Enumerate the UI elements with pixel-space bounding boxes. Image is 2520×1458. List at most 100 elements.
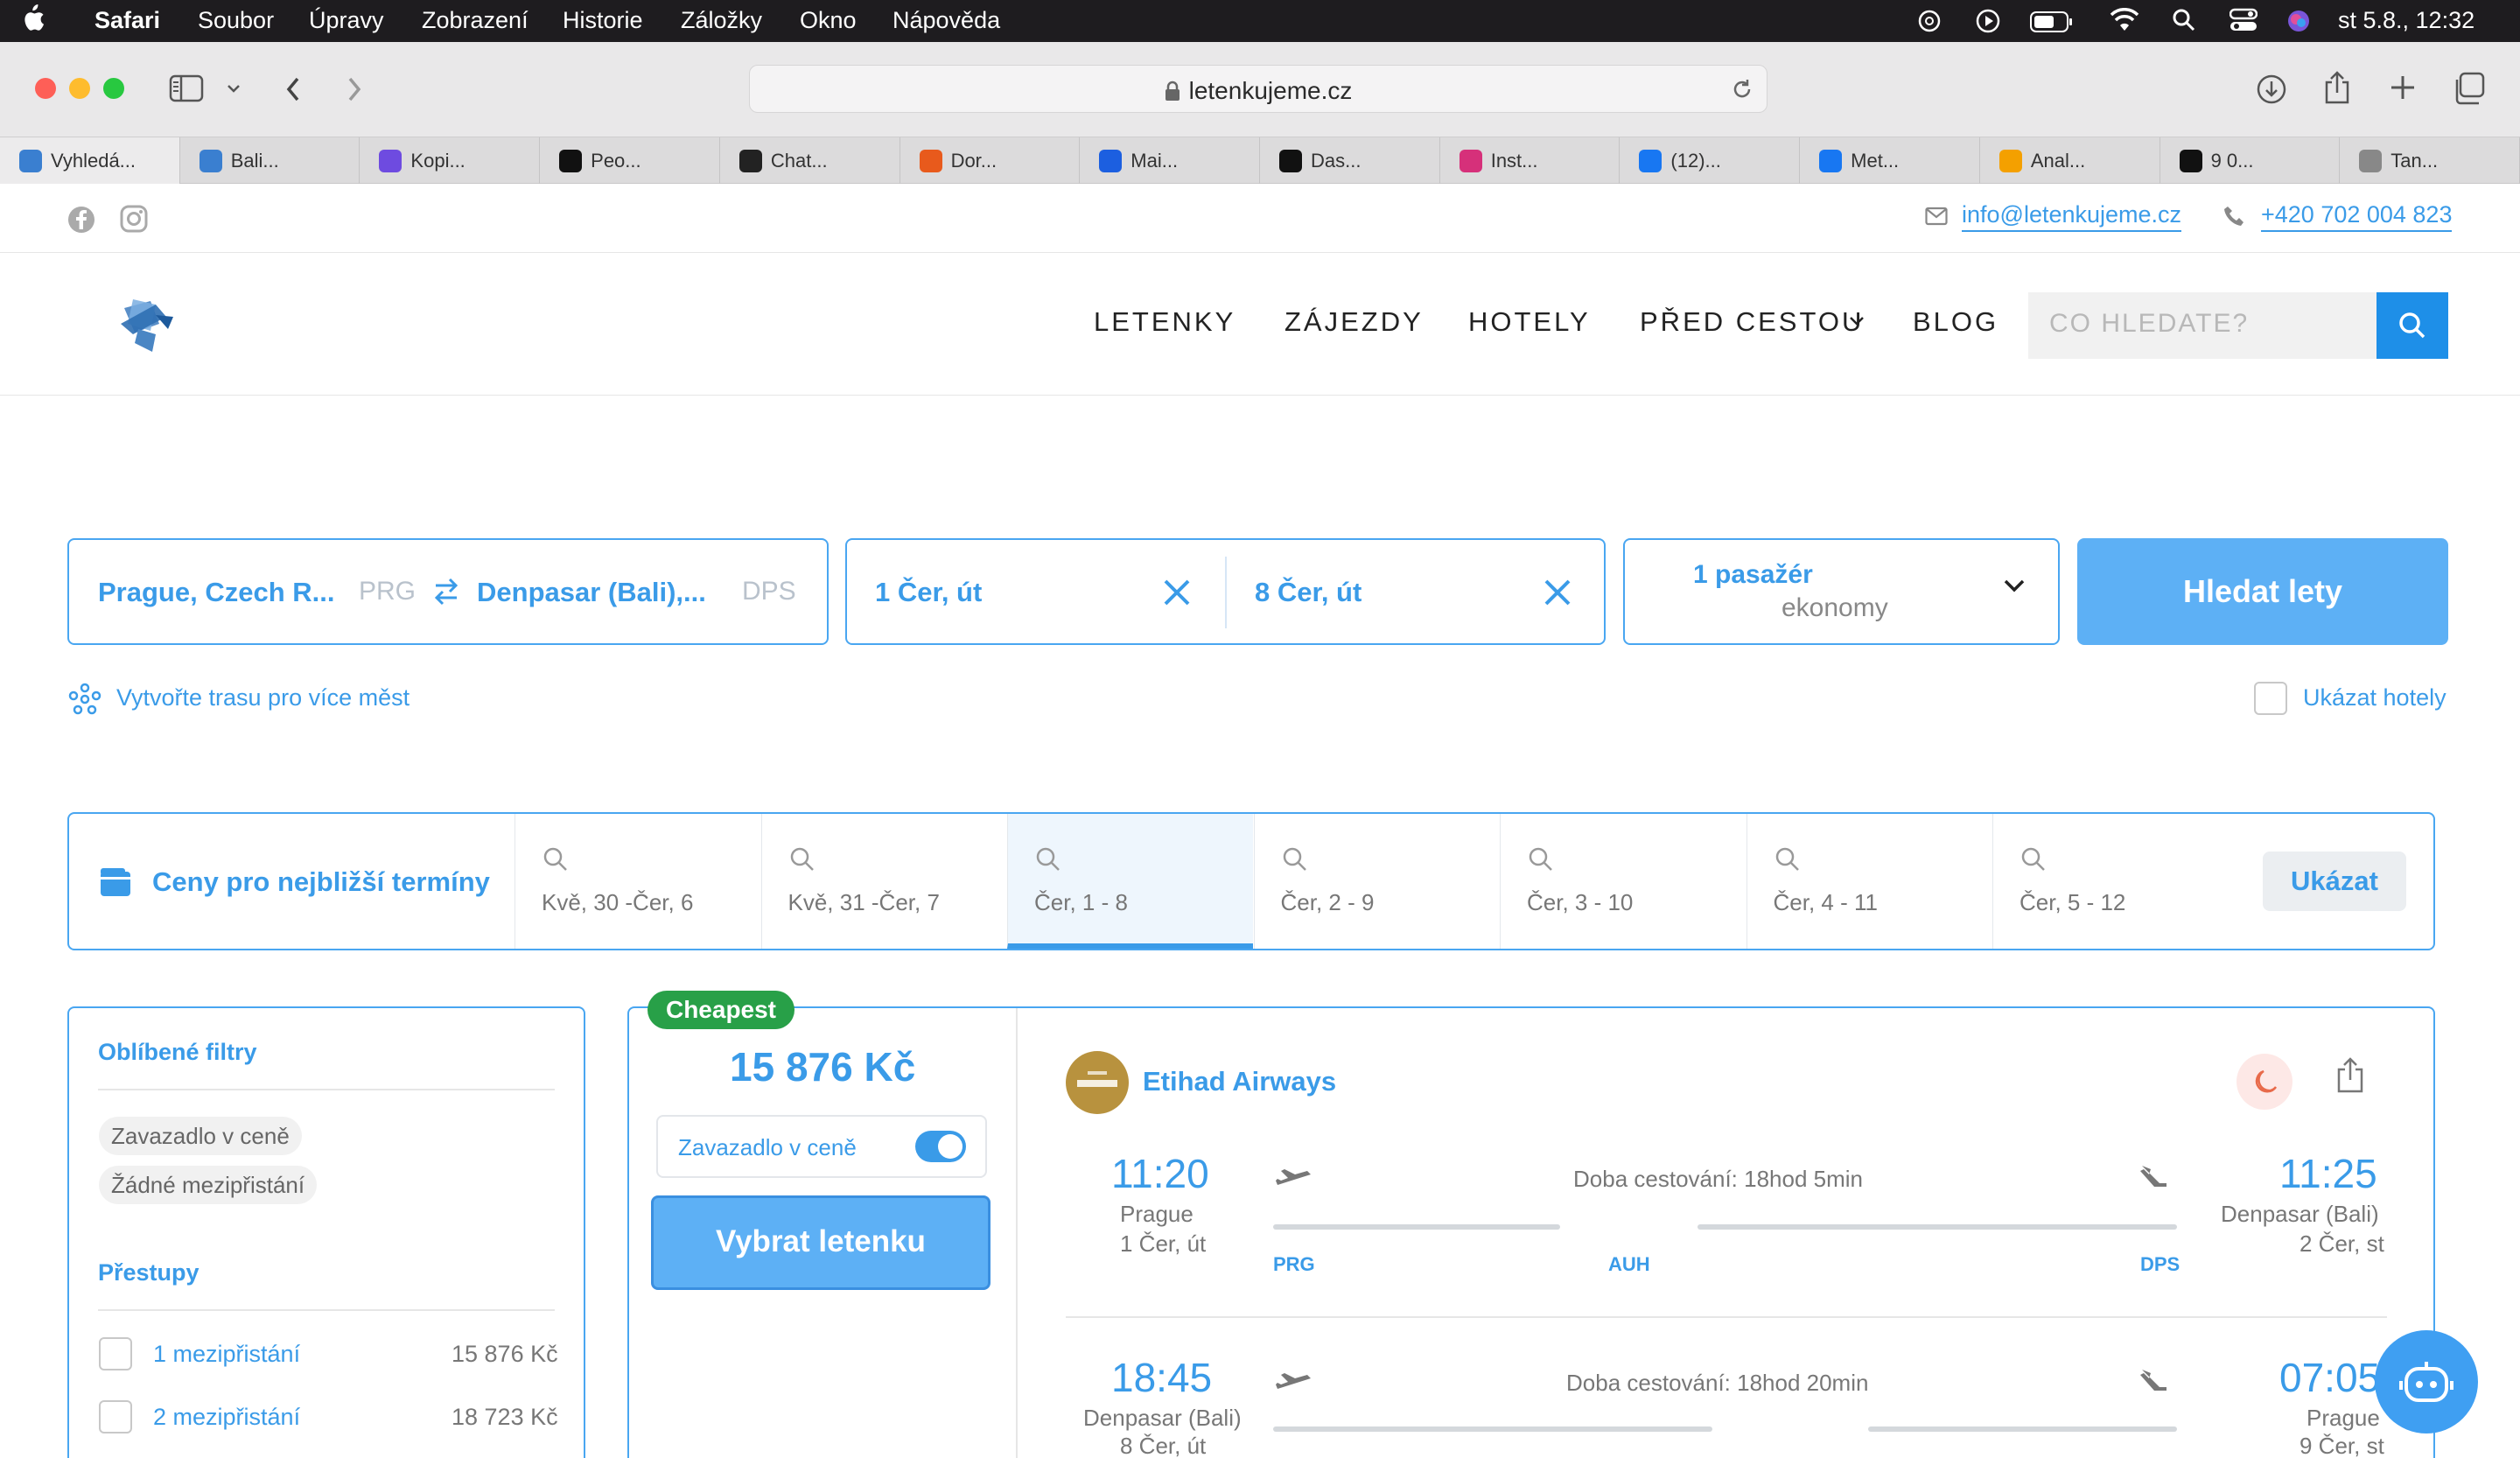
to-city[interactable]: Denpasar (Bali),... <box>477 577 706 608</box>
share-result-icon[interactable] <box>2334 1055 2366 1094</box>
address-bar[interactable]: letenkujeme.cz <box>749 65 1768 113</box>
site-search-button[interactable] <box>2376 292 2448 359</box>
transfer-1-label[interactable]: 1 mezipřistání <box>153 1341 300 1368</box>
baggage-toggle[interactable] <box>915 1131 966 1162</box>
nav-zajezdy[interactable]: ZÁJEZDY <box>1284 306 1424 338</box>
tab-title: Chat... <box>770 150 828 172</box>
select-ticket-button[interactable]: Vybrat letenku <box>651 1195 990 1290</box>
date-out[interactable]: 1 Čer, út <box>875 577 982 608</box>
phone-link[interactable]: +420 702 004 823 <box>2261 201 2453 232</box>
swap-icon[interactable] <box>432 575 460 606</box>
tab-title: Bali... <box>230 150 279 172</box>
phone-icon <box>2222 205 2245 228</box>
menu-safari[interactable]: Safari <box>94 7 160 34</box>
tab-title: Anal... <box>2030 150 2086 172</box>
nav-letenky[interactable]: LETENKY <box>1094 306 1236 338</box>
date-option[interactable]: Čer, 5 - 12 <box>1992 814 2238 949</box>
date-option[interactable]: Čer, 3 - 10 <box>1500 814 1746 949</box>
browser-tab[interactable]: Anal... <box>1980 137 2160 184</box>
tab-title: Mai... <box>1130 150 1179 172</box>
browser-tab[interactable]: Mai... <box>1080 137 1260 184</box>
from-city[interactable]: Prague, Czech R... <box>98 577 334 608</box>
menubar-clock[interactable]: st 5.8., 12:32 <box>2338 7 2474 34</box>
clear-date-out-icon[interactable] <box>1162 578 1192 607</box>
menu-upravy[interactable]: Úpravy <box>309 7 384 34</box>
transfer-2-label[interactable]: 2 mezipřistání <box>153 1404 300 1431</box>
browser-tab[interactable]: Tan... <box>2340 137 2520 184</box>
browser-tab[interactable]: Bali... <box>180 137 360 184</box>
chatbot-button[interactable] <box>2375 1330 2478 1433</box>
show-hotels-label[interactable]: Ukázat hotely <box>2303 684 2446 711</box>
wifi-icon[interactable] <box>2109 8 2140 32</box>
filter-chip-nonstop[interactable]: Žádné mezipřistání <box>99 1166 318 1204</box>
instagram-icon[interactable] <box>120 205 148 233</box>
menu-napoveda[interactable]: Nápověda <box>892 7 1000 34</box>
browser-tab[interactable]: Dor... <box>900 137 1081 184</box>
chatgpt-icon[interactable] <box>1916 8 1942 34</box>
forward-button[interactable] <box>343 74 366 105</box>
browser-tab[interactable]: Chat... <box>720 137 900 184</box>
baggage-label: Zavazadlo v ceně <box>678 1134 857 1160</box>
browser-tab[interactable]: 9 0... <box>2160 137 2341 184</box>
tab-overview-icon[interactable] <box>2452 72 2485 105</box>
leg1-dep-time: 11:20 <box>1111 1151 1209 1196</box>
sidebar-toggle-icon[interactable] <box>169 74 204 102</box>
nav-blog[interactable]: BLOG <box>1913 306 1998 338</box>
date-option[interactable]: Čer, 1 - 8 <box>1007 814 1253 949</box>
close-window-button[interactable] <box>35 78 56 99</box>
browser-tab[interactable]: (12)... <box>1620 137 1801 184</box>
reload-icon[interactable] <box>1730 77 1754 102</box>
battery-icon[interactable] <box>2030 11 2074 32</box>
date-option[interactable]: Čer, 2 - 9 <box>1253 814 1500 949</box>
nav-hotely[interactable]: HOTELY <box>1468 306 1591 338</box>
menu-soubor[interactable]: Soubor <box>198 7 274 34</box>
menu-historie[interactable]: Historie <box>563 7 643 34</box>
facebook-icon[interactable] <box>66 205 96 235</box>
date-option[interactable]: Kvě, 31 -Čer, 7 <box>760 814 1007 949</box>
transfer-1-checkbox[interactable] <box>99 1337 132 1370</box>
site-logo[interactable] <box>112 289 182 359</box>
spotlight-icon[interactable] <box>2172 8 2196 32</box>
new-tab-icon[interactable] <box>2389 74 2417 102</box>
share-icon[interactable] <box>2322 70 2352 105</box>
downloads-icon[interactable] <box>2256 74 2287 105</box>
browser-tab[interactable]: Peo... <box>540 137 720 184</box>
tab-favicon-icon <box>1279 150 1302 172</box>
leg2-segment-1 <box>1273 1426 1712 1432</box>
show-hotels-checkbox[interactable] <box>2254 682 2287 715</box>
url-text: letenkujeme.cz <box>1188 77 1353 104</box>
minimize-window-button[interactable] <box>69 78 90 99</box>
passengers-field[interactable] <box>1623 538 2060 645</box>
browser-tab[interactable]: Das... <box>1260 137 1440 184</box>
back-button[interactable] <box>282 74 304 105</box>
date-option[interactable]: Kvě, 30 -Čer, 6 <box>514 814 760 949</box>
menu-zobrazeni[interactable]: Zobrazení <box>422 7 528 34</box>
menu-zalozky[interactable]: Záložky <box>681 7 762 34</box>
search-flights-button[interactable]: Hledat lety <box>2077 538 2448 645</box>
browser-tab[interactable]: Met... <box>1800 137 1980 184</box>
search-icon <box>1527 845 1555 873</box>
chevron-down-icon[interactable] <box>2002 578 2026 595</box>
menu-okno[interactable]: Okno <box>800 7 857 34</box>
show-dates-button[interactable]: Ukázat <box>2263 852 2406 911</box>
date-option-label: Čer, 3 - 10 <box>1527 889 1634 915</box>
date-back[interactable]: 8 Čer, út <box>1255 577 1362 608</box>
transfer-2-checkbox[interactable] <box>99 1400 132 1433</box>
apple-icon[interactable] <box>19 4 46 33</box>
email-link[interactable]: info@letenkujeme.cz <box>1962 201 2182 232</box>
filter-chip-baggage[interactable]: Zavazadlo v ceně <box>99 1117 302 1155</box>
multi-city-link[interactable]: Vytvořte trasu pro více měst <box>116 684 410 711</box>
play-icon[interactable] <box>1975 8 2001 34</box>
nav-pred-cestou[interactable]: PŘED CESTOU <box>1640 306 1864 338</box>
browser-tab[interactable]: Kopi... <box>360 137 541 184</box>
multi-city-icon[interactable] <box>68 683 102 716</box>
leg1-arr-date: 2 Čer, st <box>2300 1230 2384 1257</box>
control-center-icon[interactable] <box>2230 8 2258 32</box>
date-option[interactable]: Čer, 4 - 11 <box>1746 814 1992 949</box>
browser-tab[interactable]: Vyhledá... <box>0 137 180 184</box>
chevron-down-icon[interactable] <box>226 82 242 95</box>
browser-tab[interactable]: Inst... <box>1440 137 1620 184</box>
siri-icon[interactable] <box>2286 8 2312 34</box>
zoom-window-button[interactable] <box>103 78 124 99</box>
clear-date-back-icon[interactable] <box>1543 578 1572 607</box>
